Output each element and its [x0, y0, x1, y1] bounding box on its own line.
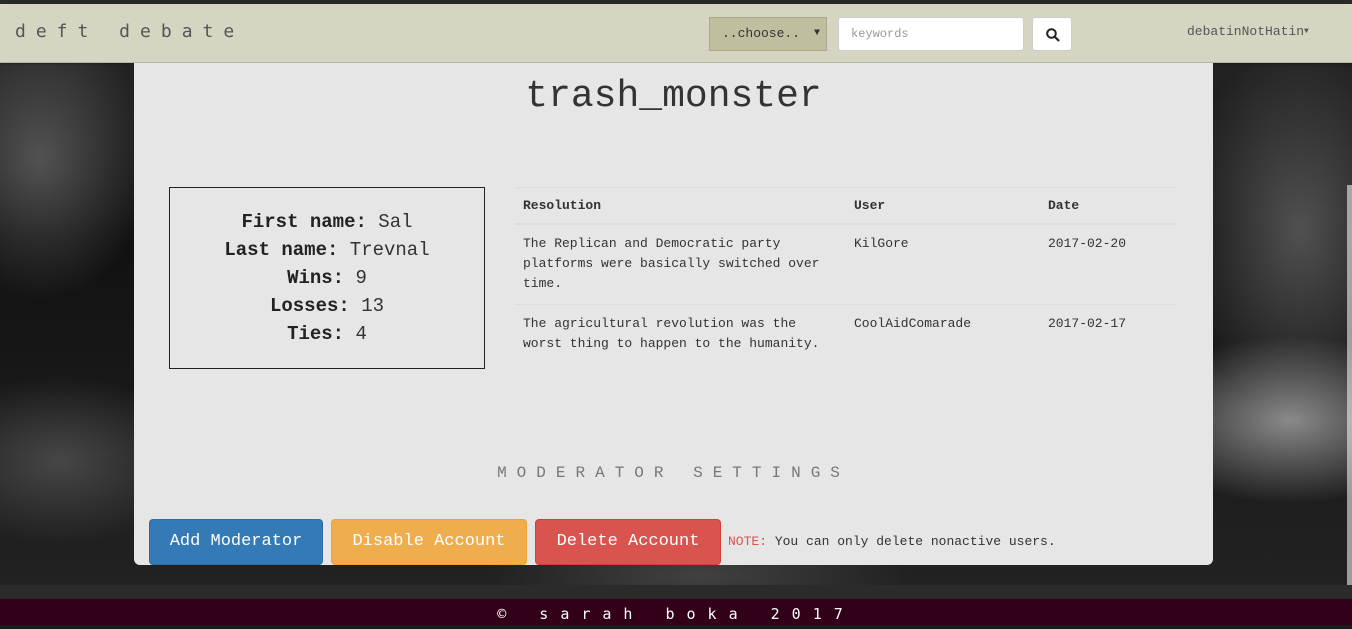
table-row[interactable]: The agricultural revolution was the wors…	[515, 304, 1177, 364]
date-cell: 2017-02-17	[1040, 304, 1177, 364]
table-row[interactable]: The Replican and Democratic party platfo…	[515, 224, 1177, 305]
chevron-down-icon: ▼	[813, 28, 820, 39]
ties-value: 4	[355, 323, 367, 345]
disable-account-button[interactable]: Disable Account	[331, 519, 527, 565]
user-cell[interactable]: CoolAidComarade	[846, 304, 1040, 364]
date-cell: 2017-02-20	[1048, 236, 1127, 251]
search-icon	[1046, 28, 1060, 42]
profile-panel: trash_monster First name: Sal Last name:…	[134, 63, 1213, 565]
user-menu-label: debatinNotHatin	[1187, 24, 1305, 39]
user-info-box: First name: Sal Last name: Trevnal Wins:…	[169, 187, 485, 369]
scrollbar[interactable]	[1347, 185, 1352, 585]
column-header-user: User	[846, 187, 1040, 225]
losses-label: Losses:	[269, 295, 350, 317]
footer-divider	[0, 585, 1352, 599]
category-select[interactable]: ..choose.. ▼	[709, 17, 827, 51]
ties-row: Ties: 4	[170, 320, 484, 348]
losses-row: Losses: 13	[170, 292, 484, 320]
last-name-value: Trevnal	[349, 239, 430, 261]
caret-down-icon: ▼	[1304, 27, 1309, 37]
footer-copyright: © sarah boka 2017	[497, 605, 855, 623]
search-input[interactable]	[838, 17, 1024, 51]
note-label: NOTE:	[728, 534, 768, 549]
delete-account-button[interactable]: Delete Account	[535, 519, 721, 565]
wins-row: Wins: 9	[170, 264, 484, 292]
delete-note: NOTE: You can only delete nonactive user…	[728, 534, 1056, 549]
page-title: trash_monster	[525, 75, 822, 118]
table-header-row: Resolution User Date	[515, 187, 1177, 225]
last-name-row: Last name: Trevnal	[170, 236, 484, 264]
resolution-cell[interactable]: The Replican and Democratic party platfo…	[515, 224, 846, 305]
brand-logo[interactable]: deft debate	[15, 21, 244, 42]
note-text: You can only delete nonactive users.	[767, 534, 1056, 549]
column-header-date: Date	[1040, 187, 1177, 225]
first-name-row: First name: Sal	[170, 208, 484, 236]
column-header-resolution: Resolution	[515, 187, 846, 225]
footer: © sarah boka 2017	[0, 599, 1352, 625]
user-cell[interactable]: KilGore	[846, 224, 1040, 305]
user-menu[interactable]: debatinNotHatin▼	[1187, 24, 1309, 39]
wins-label: Wins:	[287, 267, 345, 289]
ties-label: Ties:	[287, 323, 345, 345]
losses-value: 13	[361, 295, 385, 317]
resolution-cell[interactable]: The agricultural revolution was the wors…	[515, 304, 846, 364]
moderator-settings-heading: MODERATOR SETTINGS	[497, 464, 850, 482]
top-navbar: deft debate ..choose.. ▼ debatinNotHatin…	[0, 4, 1352, 63]
debates-table: Resolution User Date The Replican and De…	[515, 187, 1177, 364]
wins-value: 9	[355, 267, 367, 289]
first-name-label: First name:	[241, 211, 367, 233]
category-select-value: ..choose..	[722, 26, 801, 41]
last-name-label: Last name:	[224, 239, 339, 261]
search-button[interactable]	[1032, 17, 1072, 51]
add-moderator-button[interactable]: Add Moderator	[149, 519, 323, 565]
first-name-value: Sal	[378, 211, 413, 233]
